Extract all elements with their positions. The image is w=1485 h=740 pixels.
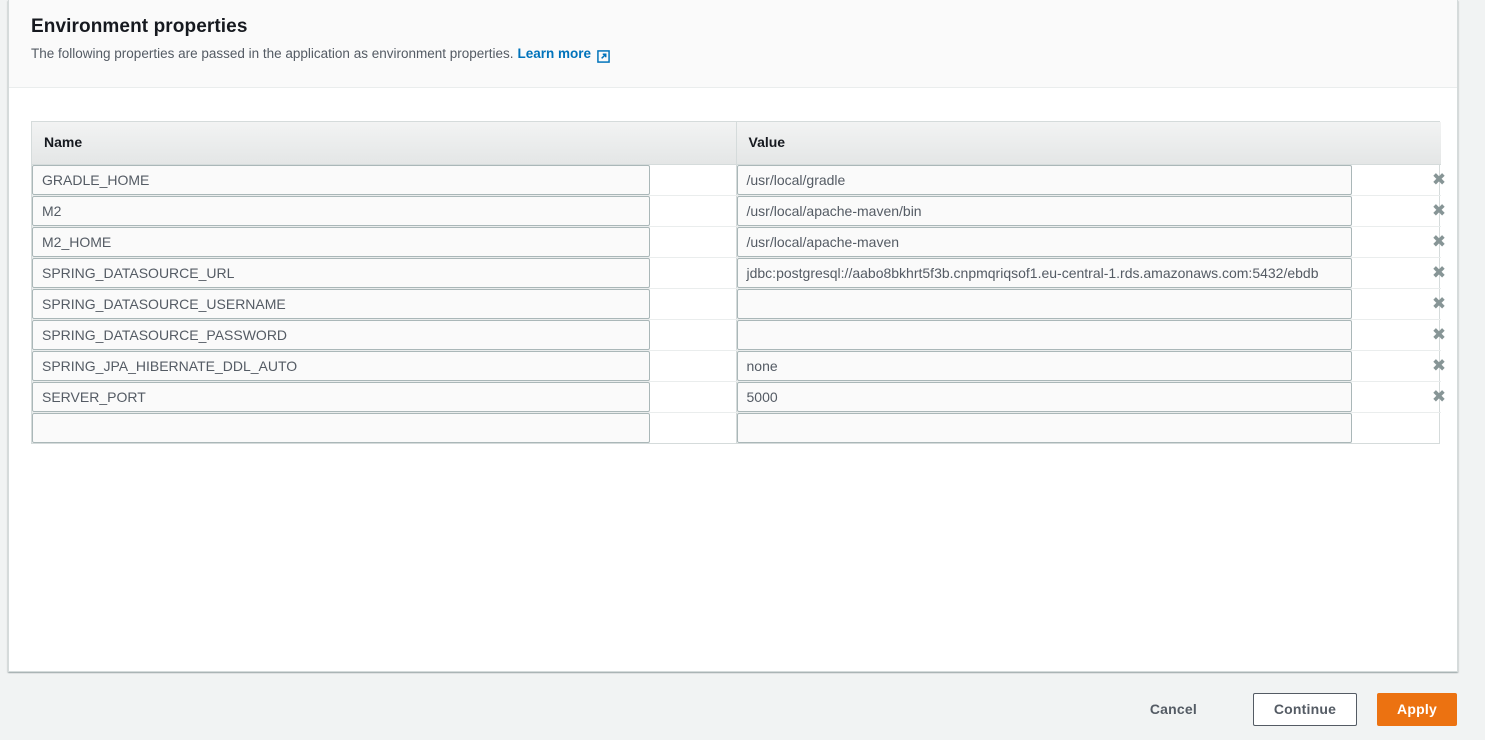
close-x-icon: ✖ (1431, 324, 1447, 345)
table-row: SPRING_DATASOURCE_PASSWORD ✖ (32, 319, 1446, 351)
close-x-icon: ✖ (1431, 386, 1447, 407)
name-cell: SERVER_PORT (32, 381, 737, 413)
name-cell: M2_HOME (32, 226, 737, 258)
name-cell: SPRING_JPA_HIBERNATE_DDL_AUTO (32, 350, 737, 382)
close-x-icon: ✖ (1431, 293, 1447, 314)
table-body: GRADLE_HOME/usr/local/gradle ✖ M2/usr/loca… (32, 164, 1446, 443)
name-cell: M2 (32, 195, 737, 227)
property-name-input[interactable]: SPRING_DATASOURCE_URL (32, 257, 650, 288)
close-x-icon: ✖ (1431, 200, 1447, 221)
property-name-input[interactable]: SPRING_JPA_HIBERNATE_DDL_AUTO (32, 350, 650, 381)
table-row: M2_HOME/usr/local/apache-maven ✖ (32, 226, 1446, 258)
value-cell: /usr/local/apache-maven/bin ✖ (736, 195, 1446, 227)
name-cell: SPRING_DATASOURCE_URL (32, 257, 737, 289)
environment-properties-card: Environment properties The following pro… (8, 0, 1458, 672)
table-header-row: Name Value (32, 122, 1441, 165)
table-row: SPRING_DATASOURCE_USERNAME ✖ (32, 288, 1446, 320)
property-name-input[interactable]: SPRING_DATASOURCE_USERNAME (32, 288, 650, 319)
table-row: M2/usr/local/apache-maven/bin ✖ (32, 195, 1446, 227)
table-row: SERVER_PORT 5000 ✖ (32, 381, 1446, 413)
remove-property-button[interactable]: ✖ (1428, 293, 1450, 315)
property-name-input[interactable]: SERVER_PORT (32, 381, 650, 412)
value-cell: /usr/local/apache-maven ✖ (736, 226, 1446, 258)
column-header-name: Name (32, 122, 737, 165)
remove-property-button[interactable]: ✖ (1428, 169, 1450, 191)
table-row: SPRING_JPA_HIBERNATE_DDL_AUTO none ✖ (32, 350, 1446, 382)
property-name-input[interactable]: M2_HOME (32, 226, 650, 257)
property-value-input[interactable]: /usr/local/gradle (736, 164, 1352, 195)
property-value-input[interactable]: none (736, 350, 1352, 381)
value-cell (736, 412, 1441, 443)
close-x-icon: ✖ (1431, 231, 1447, 252)
description-text: The following properties are passed in t… (31, 46, 514, 61)
property-name-input[interactable] (32, 412, 650, 443)
apply-button[interactable]: Apply (1377, 692, 1457, 726)
property-value-input[interactable]: /usr/local/apache-maven/bin (736, 195, 1352, 226)
property-name-input[interactable]: SPRING_DATASOURCE_PASSWORD (32, 319, 650, 350)
environment-properties-table: Name Value GRADLE_HOME/usr/local/gradle ✖… (31, 121, 1446, 444)
close-x-icon: ✖ (1431, 169, 1447, 190)
property-value-input[interactable] (736, 412, 1352, 443)
property-value-input[interactable]: /usr/local/apache-maven (736, 226, 1352, 257)
close-x-icon: ✖ (1431, 262, 1447, 283)
name-cell (32, 412, 737, 443)
property-name-input[interactable]: M2 (32, 195, 650, 226)
name-cell: GRADLE_HOME (32, 164, 737, 196)
close-x-icon: ✖ (1431, 355, 1447, 376)
value-cell: ✖ (736, 288, 1446, 320)
page-title: Environment properties (31, 16, 248, 37)
value-cell: none ✖ (736, 350, 1446, 382)
name-cell: SPRING_DATASOURCE_USERNAME (32, 288, 737, 320)
page-description: The following properties are passed in t… (31, 45, 1437, 63)
environment-properties-page: Environment properties The following pro… (0, 0, 1485, 740)
remove-property-button[interactable]: ✖ (1428, 386, 1450, 408)
property-value-input[interactable] (736, 288, 1352, 319)
table-row: SPRING_DATASOURCE_URL jdbc:postgresql://a… (32, 257, 1446, 289)
form-actions-footer: Cancel Continue Apply (0, 688, 1485, 730)
column-header-value: Value (736, 122, 1441, 165)
property-value-input[interactable]: 5000 (736, 381, 1352, 412)
table-row: GRADLE_HOME/usr/local/gradle ✖ (32, 164, 1446, 196)
table-row (32, 412, 1441, 443)
external-link-icon[interactable] (597, 49, 610, 63)
card-header: Environment properties The following pro… (9, 0, 1457, 88)
value-cell: 5000 ✖ (736, 381, 1446, 413)
remove-property-button[interactable]: ✖ (1428, 355, 1450, 377)
learn-more-link[interactable]: Learn more (518, 45, 592, 63)
name-cell: SPRING_DATASOURCE_PASSWORD (32, 319, 737, 351)
value-cell: /usr/local/gradle ✖ (736, 164, 1446, 196)
property-value-input[interactable] (736, 319, 1352, 350)
remove-property-button[interactable]: ✖ (1428, 262, 1450, 284)
value-cell: jdbc:postgresql://aabo8bkhrt5f3b.cnpmqri… (736, 257, 1446, 289)
remove-property-button[interactable]: ✖ (1428, 200, 1450, 222)
continue-button[interactable]: Continue (1253, 692, 1357, 726)
remove-property-button[interactable]: ✖ (1428, 324, 1450, 346)
property-name-input[interactable]: GRADLE_HOME (32, 164, 650, 195)
cancel-button[interactable]: Cancel (1136, 695, 1211, 723)
value-cell: ✖ (736, 319, 1446, 351)
remove-property-button[interactable]: ✖ (1428, 231, 1450, 253)
property-value-input[interactable]: jdbc:postgresql://aabo8bkhrt5f3b.cnpmqri… (736, 257, 1352, 288)
